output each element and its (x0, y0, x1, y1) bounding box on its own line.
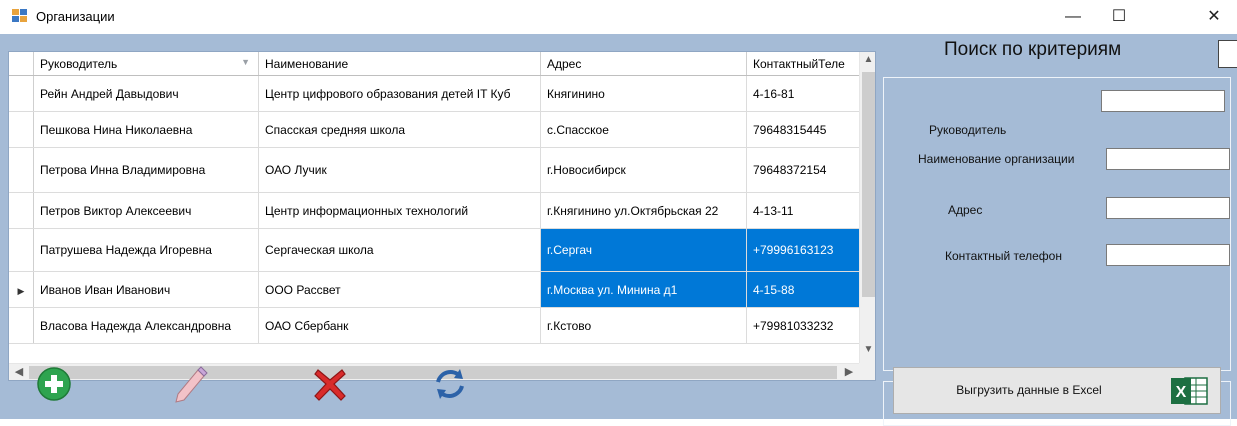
row-header-current[interactable]: ▶ (9, 271, 34, 308)
column-header-name[interactable]: Наименование (258, 52, 541, 76)
row-header[interactable] (9, 75, 34, 112)
row-header[interactable] (9, 228, 34, 272)
scroll-left-icon[interactable]: ◀ (11, 364, 27, 380)
cell-phone[interactable]: +79981033232 (746, 307, 860, 344)
minimize-button[interactable]: — (1050, 0, 1096, 34)
panel-dock-icon[interactable] (1218, 40, 1237, 68)
cell-phone[interactable]: 79648315445 (746, 111, 860, 148)
phone-label: Контактный телефон (945, 249, 1062, 263)
cell-phone[interactable]: 79648372154 (746, 147, 860, 193)
row-header[interactable] (9, 111, 34, 148)
table-row[interactable]: Власова Надежда Александровна ОАО Сберба… (9, 307, 860, 344)
client-area: Руководитель ▼ Наименование Адрес Контакт… (0, 34, 1237, 426)
cell-phone[interactable]: 4-16-81 (746, 75, 860, 112)
cell-phone[interactable]: 4-13-11 (746, 192, 860, 229)
table-row[interactable]: Рейн Андрей Давыдович Центр цифрового об… (9, 75, 860, 112)
column-header-label: Руководитель (40, 56, 118, 71)
current-row-arrow-icon: ▶ (17, 285, 25, 296)
scroll-up-icon[interactable]: ▲ (860, 54, 875, 70)
pencil-icon (175, 366, 208, 403)
app-icon (12, 9, 27, 22)
window-title: Организации (36, 9, 115, 24)
row-header[interactable] (9, 192, 34, 229)
row-header[interactable] (9, 147, 34, 193)
cell-name[interactable]: ОАО Сбербанк (258, 307, 541, 344)
add-icon (37, 367, 71, 401)
cell-manager[interactable]: Иванов Иван Иванович (33, 271, 259, 308)
cell-manager[interactable]: Петрова Инна Владимировна (33, 147, 259, 193)
vertical-scroll-thumb[interactable] (862, 72, 875, 297)
address-label: Адрес (948, 203, 983, 217)
row-header-corner (9, 52, 34, 76)
cell-address[interactable]: г.Княгинино ул.Октябрьская 22 (540, 192, 747, 229)
cell-name[interactable]: Центр информационных технологий (258, 192, 541, 229)
svg-text:X: X (1176, 384, 1187, 401)
cell-manager[interactable]: Петров Виктор Алексеевич (33, 192, 259, 229)
table-row[interactable]: Петров Виктор Алексеевич Центр информаци… (9, 192, 860, 229)
title-bar: Организации — ☐ ✕ (0, 0, 1237, 34)
cell-name[interactable]: ООО Рассвет (258, 271, 541, 308)
cell-name[interactable]: Сергаческая школа (258, 228, 541, 272)
column-header-address[interactable]: Адрес (540, 52, 747, 76)
address-input[interactable] (1106, 197, 1230, 219)
cell-name[interactable]: Спасская средняя школа (258, 111, 541, 148)
excel-icon: X (1171, 377, 1208, 405)
table-row[interactable]: ▶ Иванов Иван Иванович ООО Рассвет г.Мос… (9, 271, 860, 308)
cell-address[interactable]: г.Москва ул. Минина д1 (540, 271, 747, 308)
search-panel-title: Поиск по критериям (944, 39, 1122, 60)
scroll-down-icon[interactable]: ▼ (860, 344, 875, 360)
table-row[interactable]: Пешкова Нина Николаевна Спасская средняя… (9, 111, 860, 148)
delete-button[interactable] (310, 364, 350, 404)
export-excel-button[interactable]: Выгрузить данные в Excel X (893, 367, 1221, 414)
vertical-scrollbar[interactable]: ▲ ▼ (859, 52, 875, 363)
table-row[interactable]: Петрова Инна Владимировна ОАО Лучик г.Но… (9, 147, 860, 193)
cell-manager[interactable]: Рейн Андрей Давыдович (33, 75, 259, 112)
export-button-label: Выгрузить данные в Excel (956, 383, 1102, 397)
cell-address[interactable]: Княгинино (540, 75, 747, 112)
cell-address[interactable]: с.Спасское (540, 111, 747, 148)
cell-phone[interactable]: +79996163123 (746, 228, 860, 272)
cell-manager[interactable]: Патрушева Надежда Игоревна (33, 228, 259, 272)
search-criteria-group (883, 77, 1231, 371)
organizations-grid[interactable]: Руководитель ▼ Наименование Адрес Контакт… (8, 51, 876, 381)
cell-name[interactable]: ОАО Лучик (258, 147, 541, 193)
cell-manager[interactable]: Власова Надежда Александровна (33, 307, 259, 344)
sort-desc-icon: ▼ (241, 57, 250, 67)
organization-name-input[interactable] (1106, 148, 1230, 170)
manager-label: Руководитель (929, 123, 1007, 137)
cell-phone[interactable]: 4-15-88 (746, 271, 860, 308)
delete-icon (314, 369, 346, 401)
cell-address[interactable]: г.Новосибирск (540, 147, 747, 193)
refresh-button[interactable] (430, 364, 470, 404)
grid-header-row: Руководитель ▼ Наименование Адрес Контакт… (9, 52, 860, 76)
organization-name-label: Наименование организации (918, 152, 1075, 166)
cell-name[interactable]: Центр цифрового образования детей IT Куб (258, 75, 541, 112)
column-header-phone[interactable]: КонтактныйТеле (746, 52, 860, 76)
table-row[interactable]: Патрушева Надежда Игоревна Сергаческая ш… (9, 228, 860, 272)
manager-input[interactable] (1101, 90, 1225, 112)
column-header-manager[interactable]: Руководитель ▼ (33, 52, 259, 76)
scrollbar-corner (859, 363, 875, 380)
maximize-button[interactable]: ☐ (1096, 0, 1142, 34)
cell-address[interactable]: г.Сергач (540, 228, 747, 272)
scroll-right-icon[interactable]: ▶ (841, 364, 857, 380)
cell-manager[interactable]: Пешкова Нина Николаевна (33, 111, 259, 148)
close-button[interactable]: ✕ (1191, 0, 1237, 34)
add-button[interactable] (34, 364, 74, 404)
edit-button[interactable] (170, 364, 210, 404)
cell-address[interactable]: г.Кстово (540, 307, 747, 344)
phone-input[interactable] (1106, 244, 1230, 266)
row-header[interactable] (9, 307, 34, 344)
